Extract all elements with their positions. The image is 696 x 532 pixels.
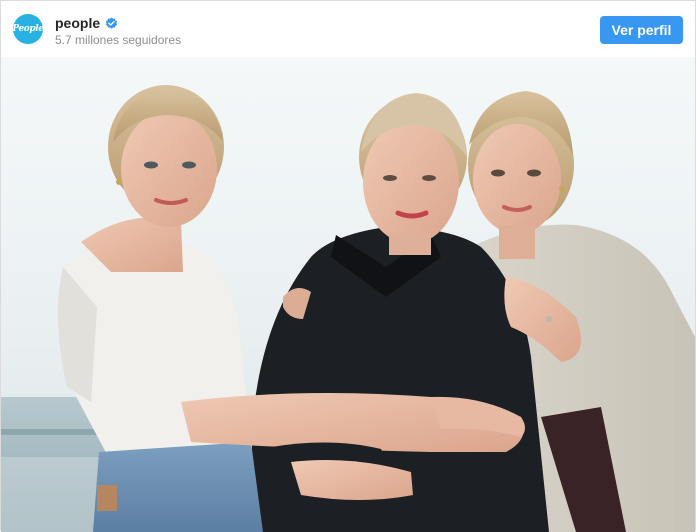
username-row: people (55, 14, 118, 32)
post-photo[interactable] (1, 57, 695, 532)
instagram-embed: People people 5.7 millones seguidores Ve… (0, 0, 696, 532)
username-link[interactable]: people (55, 15, 100, 31)
post-header: People people 5.7 millones seguidores Ve… (1, 1, 695, 57)
followers-count: 5.7 millones seguidores (55, 33, 182, 47)
verified-badge-icon (106, 17, 118, 29)
profile-avatar[interactable]: People (13, 14, 43, 44)
avatar-logo-text: People (13, 24, 43, 34)
photo-illustration (1, 57, 695, 532)
view-profile-button[interactable]: Ver perfil (600, 16, 683, 44)
